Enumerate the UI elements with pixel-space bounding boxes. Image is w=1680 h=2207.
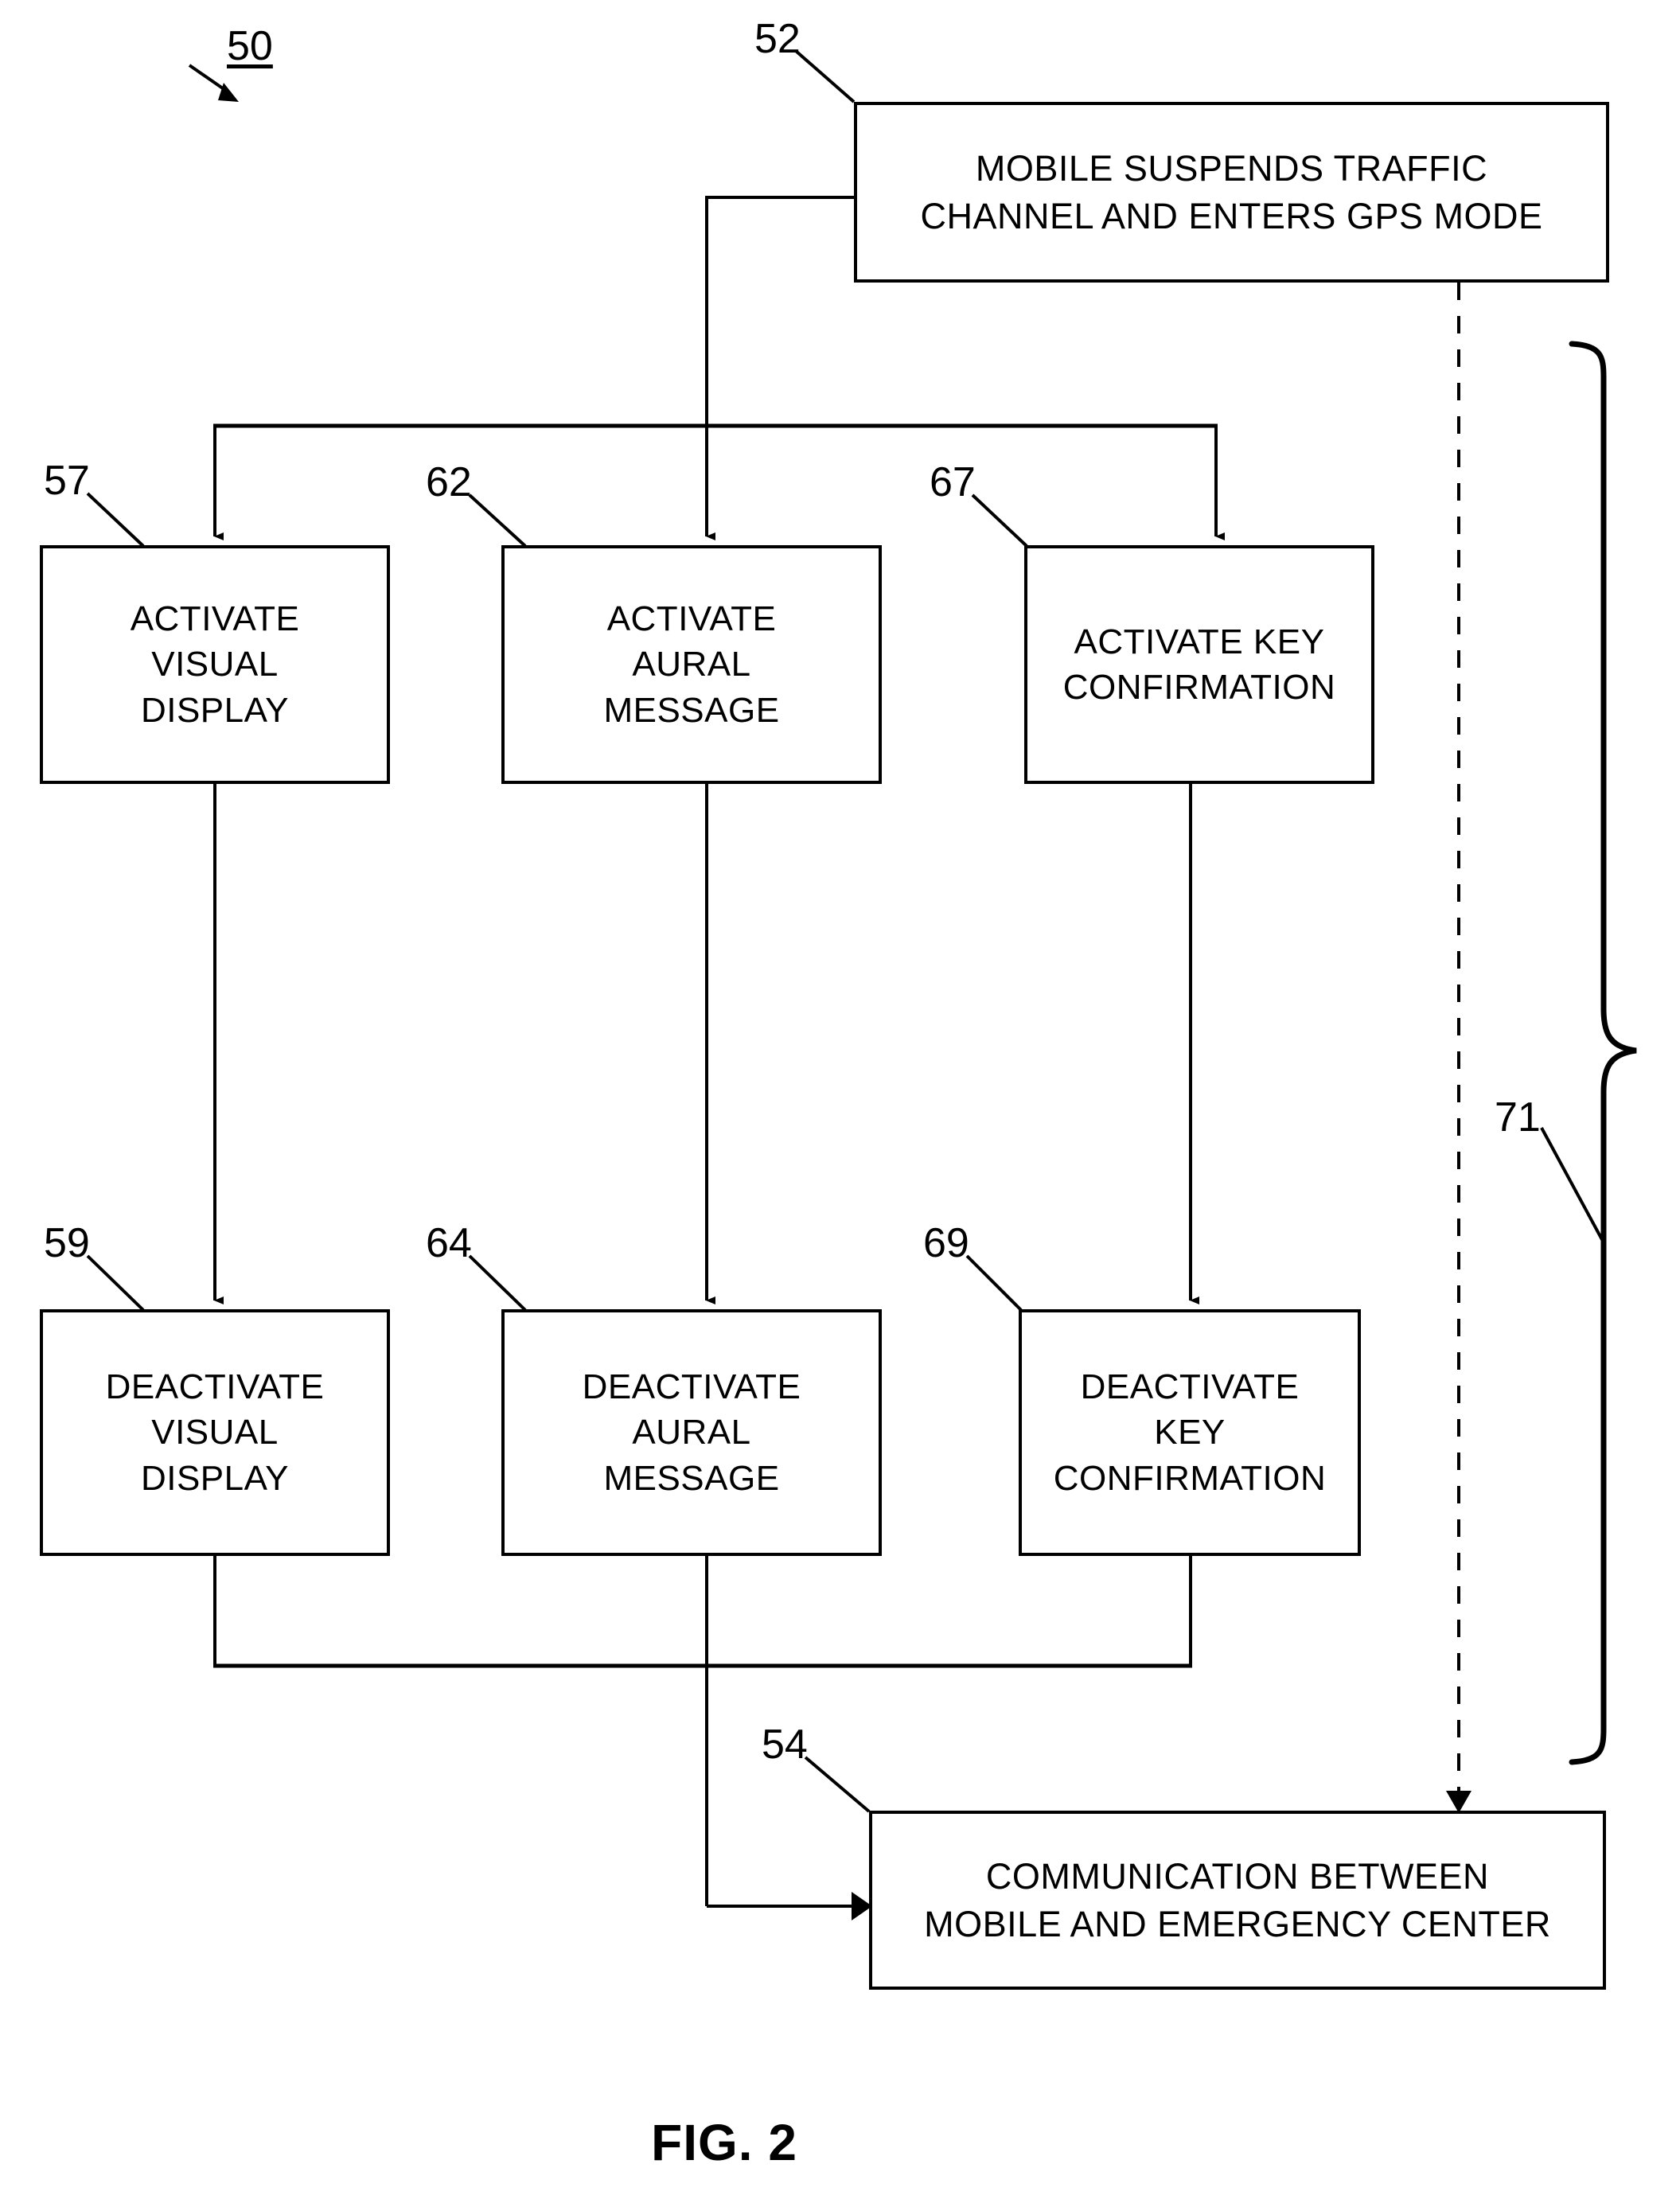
- node-deactivate-aural-message: DEACTIVATE AURAL MESSAGE: [501, 1309, 882, 1556]
- node-mobile-suspends-traffic: MOBILE SUSPENDS TRAFFIC CHANNEL AND ENTE…: [854, 102, 1609, 283]
- patent-figure-2: 50 52 57 62 67 59 64 69 54 71 MOBILE SUS…: [0, 0, 1680, 2207]
- ref-label-69: 69: [923, 1220, 969, 1266]
- ref-label-54: 54: [762, 1722, 808, 1768]
- node-communication-mobile-emergency-center: COMMUNICATION BETWEEN MOBILE AND EMERGEN…: [869, 1811, 1606, 1990]
- ref-label-62: 62: [426, 459, 472, 505]
- node-activate-visual-display: ACTIVATE VISUAL DISPLAY: [40, 545, 390, 784]
- node-activate-key-confirmation: ACTIVATE KEY CONFIRMATION: [1024, 545, 1374, 784]
- node-label-59: DEACTIVATE VISUAL DISPLAY: [105, 1367, 325, 1498]
- leader-50: [188, 64, 239, 102]
- node-deactivate-key-confirmation: DEACTIVATE KEY CONFIRMATION: [1019, 1309, 1361, 1556]
- ref-label-71: 71: [1495, 1094, 1541, 1141]
- node-label-67: ACTIVATE KEY CONFIRMATION: [1062, 622, 1336, 707]
- ref-label-50: 50: [227, 23, 273, 69]
- node-label-54: COMMUNICATION BETWEEN MOBILE AND EMERGEN…: [924, 1856, 1551, 1944]
- edge-52-to-bus: [705, 196, 854, 426]
- leader-67: [971, 493, 1028, 548]
- node-label-64: DEACTIVATE AURAL MESSAGE: [582, 1367, 801, 1498]
- ref-label-59: 59: [44, 1220, 90, 1266]
- edge-into-54-arrow: [707, 1892, 872, 1920]
- node-deactivate-visual-display: DEACTIVATE VISUAL DISPLAY: [40, 1309, 390, 1556]
- ref-label-57: 57: [44, 458, 90, 504]
- leader-57: [86, 492, 145, 548]
- node-label-57: ACTIVATE VISUAL DISPLAY: [130, 599, 300, 730]
- leader-62: [468, 493, 527, 548]
- node-label-62: ACTIVATE AURAL MESSAGE: [603, 599, 780, 730]
- leader-52: [794, 49, 856, 103]
- leader-71: [1540, 1127, 1606, 1245]
- ref-label-67: 67: [930, 459, 976, 505]
- node-activate-aural-message: ACTIVATE AURAL MESSAGE: [501, 545, 882, 784]
- node-label-69: DEACTIVATE KEY CONFIRMATION: [1053, 1367, 1327, 1498]
- leader-69: [965, 1254, 1023, 1312]
- leader-59: [86, 1254, 145, 1312]
- ref-label-64: 64: [426, 1220, 472, 1266]
- edge-52-to-54-dashed: [1446, 283, 1471, 1813]
- leader-54: [804, 1756, 871, 1813]
- leader-64: [468, 1254, 527, 1312]
- grouping-brace: [1569, 341, 1637, 1765]
- node-label-52: MOBILE SUSPENDS TRAFFIC CHANNEL AND ENTE…: [920, 148, 1543, 236]
- figure-caption: FIG. 2: [651, 2114, 797, 2171]
- ref-label-52: 52: [754, 16, 801, 62]
